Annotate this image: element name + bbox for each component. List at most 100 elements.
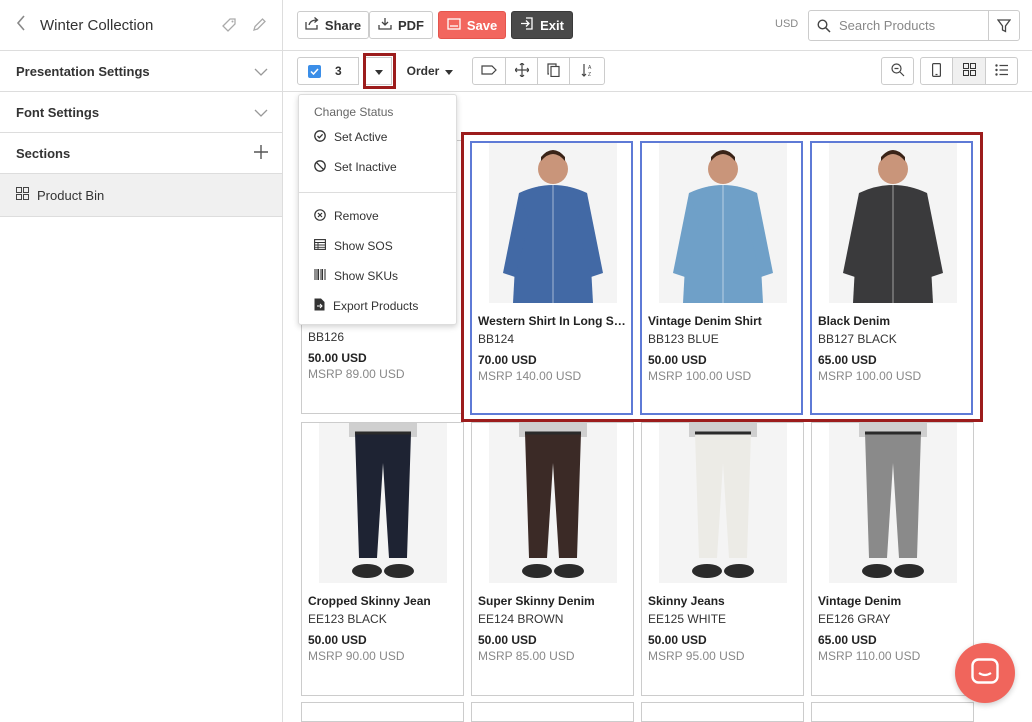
product-msrp: MSRP 89.00 USD xyxy=(308,367,405,381)
exit-label: Exit xyxy=(540,17,564,33)
pdf-button[interactable]: PDF xyxy=(369,11,433,39)
barcode-icon xyxy=(314,269,326,283)
filter-icon[interactable] xyxy=(988,11,1019,40)
product-image xyxy=(659,423,787,583)
product-sku: BB126 xyxy=(308,330,345,344)
sections-label: Sections xyxy=(16,145,71,161)
topbar: Share PDF Save Exit USD xyxy=(283,0,1032,51)
selection-highlight xyxy=(461,132,983,422)
order-dropdown[interactable]: Order xyxy=(398,57,462,85)
product-price: 50.00 USD xyxy=(648,633,707,647)
mobile-icon xyxy=(932,62,942,80)
save-label: Save xyxy=(466,17,498,33)
product-card[interactable] xyxy=(471,702,634,722)
app: Winter Collection Presentation Settings … xyxy=(0,0,1032,722)
product-card[interactable]: Cropped Skinny Jean EE123 BLACK 50.00 USD M… xyxy=(301,422,464,696)
product-card[interactable]: Skinny Jeans EE125 WHITE 50.00 USD MSRP 95.… xyxy=(641,422,804,696)
share-button[interactable]: Share xyxy=(297,11,369,39)
product-card[interactable]: Super Skinny Denim EE124 BROWN 50.00 USD MS… xyxy=(471,422,634,696)
exit-button[interactable]: Exit xyxy=(511,11,573,39)
product-name: Skinny Jeans xyxy=(648,594,725,608)
sections-row[interactable]: Sections xyxy=(0,133,282,174)
product-card[interactable] xyxy=(301,702,464,722)
currency-label: USD xyxy=(775,18,799,30)
selected-count: 3 xyxy=(335,64,342,78)
set-active-item[interactable]: Set Active xyxy=(314,127,387,147)
caret-down-icon xyxy=(445,64,454,78)
mobile-view-button[interactable] xyxy=(920,57,953,85)
sort-icon: AZ xyxy=(581,63,593,80)
product-msrp: MSRP 95.00 USD xyxy=(648,649,745,663)
sidebar-header: Winter Collection xyxy=(0,0,282,51)
search-input[interactable] xyxy=(839,18,989,33)
product-card[interactable]: Vintage Denim EE126 GRAY 65.00 USD MSRP 110… xyxy=(811,422,974,696)
show-sos-item[interactable]: Show SOS xyxy=(314,236,393,256)
label-icon xyxy=(481,64,497,78)
presentation-settings-row[interactable]: Presentation Settings xyxy=(0,51,282,92)
product-msrp: MSRP 90.00 USD xyxy=(308,649,405,663)
grid-icon xyxy=(16,187,29,203)
exit-icon xyxy=(520,17,534,33)
product-sku: EE125 WHITE xyxy=(648,612,727,626)
ban-icon xyxy=(314,159,326,175)
product-sku: EE124 BROWN xyxy=(478,612,564,626)
chevron-down-icon xyxy=(254,105,268,120)
tag-button[interactable] xyxy=(472,57,506,85)
grid-view-button[interactable] xyxy=(952,57,986,85)
zoom-out-button[interactable] xyxy=(881,57,914,85)
zoom-out-icon xyxy=(890,62,905,80)
font-settings-row[interactable]: Font Settings xyxy=(0,92,282,133)
move-button[interactable] xyxy=(505,57,538,85)
save-button[interactable]: Save xyxy=(438,11,506,39)
search-icon xyxy=(809,18,839,33)
show-skus-item[interactable]: Show SKUs xyxy=(314,266,398,286)
copy-icon xyxy=(547,62,560,80)
menu-divider xyxy=(299,192,456,193)
product-bin-row[interactable]: Product Bin xyxy=(0,174,282,217)
product-image xyxy=(319,423,447,583)
plus-icon[interactable] xyxy=(254,144,268,162)
product-card[interactable] xyxy=(811,702,974,722)
grid-view-icon xyxy=(962,63,976,79)
back-icon[interactable] xyxy=(16,14,34,37)
sidebar: Winter Collection Presentation Settings … xyxy=(0,0,283,722)
product-msrp: MSRP 85.00 USD xyxy=(478,649,575,663)
edit-icon[interactable] xyxy=(250,16,268,34)
product-name: Super Skinny Denim xyxy=(478,594,595,608)
export-products-label: Export Products xyxy=(333,299,419,313)
select-checkbox[interactable] xyxy=(308,64,321,78)
collection-title: Winter Collection xyxy=(40,16,154,34)
show-skus-label: Show SKUs xyxy=(334,269,399,283)
remove-label: Remove xyxy=(334,209,379,223)
set-inactive-item[interactable]: Set Inactive xyxy=(314,157,397,177)
remove-item[interactable]: Remove xyxy=(314,206,379,226)
product-image xyxy=(829,423,957,583)
product-msrp: MSRP 110.00 USD xyxy=(818,649,921,663)
font-settings-label: Font Settings xyxy=(16,104,100,120)
select-all-control[interactable]: 3 xyxy=(297,57,359,85)
svg-text:A: A xyxy=(588,65,592,71)
save-icon xyxy=(447,17,461,33)
share-icon xyxy=(305,17,319,33)
tag-icon[interactable] xyxy=(220,16,238,34)
show-sos-label: Show SOS xyxy=(334,239,393,253)
move-icon xyxy=(513,61,530,80)
chat-launcher-button[interactable] xyxy=(955,643,1015,703)
export-products-item[interactable]: Export Products xyxy=(314,296,418,316)
product-bin-label: Product Bin xyxy=(37,187,105,203)
sort-button[interactable]: AZ xyxy=(569,57,605,85)
copy-button[interactable] xyxy=(537,57,570,85)
pdf-label: PDF xyxy=(398,17,424,33)
presentation-settings-label: Presentation Settings xyxy=(16,63,150,79)
product-card[interactable] xyxy=(641,702,804,722)
set-inactive-label: Set Inactive xyxy=(334,160,397,174)
check-circle-icon xyxy=(314,129,326,145)
product-name: Vintage Denim xyxy=(818,594,902,608)
change-status-heading: Change Status xyxy=(314,105,394,119)
svg-text:Z: Z xyxy=(588,72,591,77)
product-price: 50.00 USD xyxy=(478,633,537,647)
product-sku: EE123 BLACK xyxy=(308,612,387,626)
share-label: Share xyxy=(324,17,362,33)
list-view-button[interactable] xyxy=(985,57,1018,85)
set-active-label: Set Active xyxy=(334,130,388,144)
